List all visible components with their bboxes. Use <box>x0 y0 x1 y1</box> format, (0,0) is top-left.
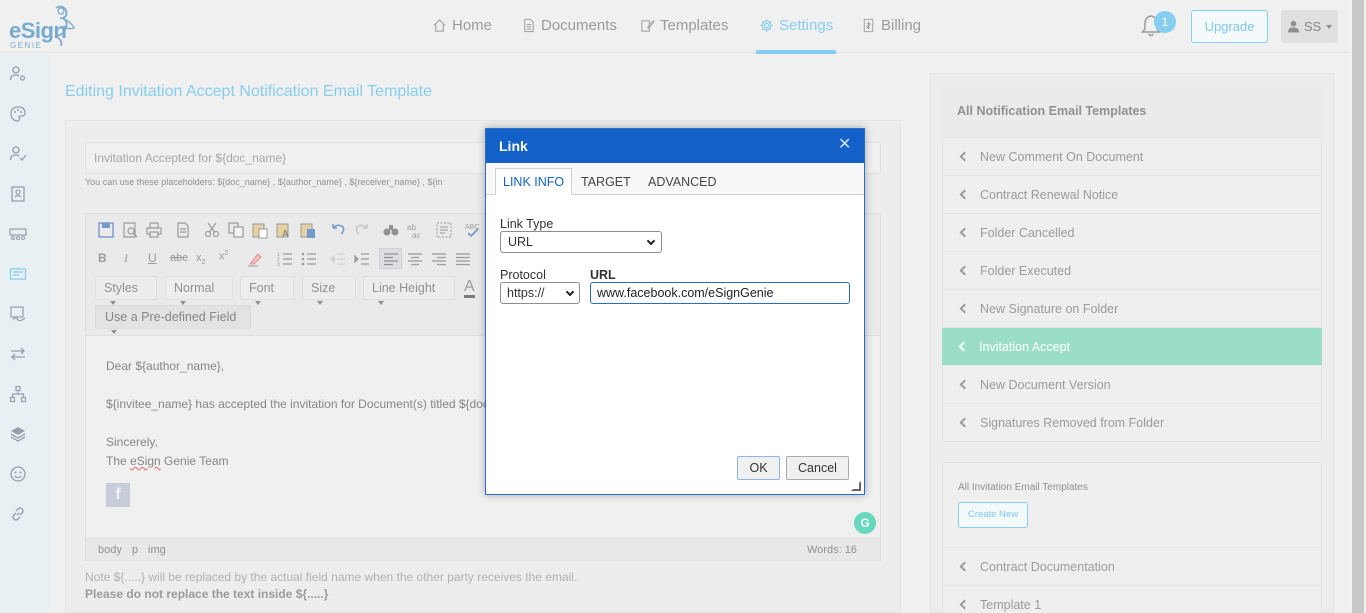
tab-advanced[interactable]: ADVANCED <box>640 168 725 195</box>
ok-button[interactable]: OK <box>737 456 780 480</box>
protocol-label: Protocol <box>500 268 546 282</box>
url-input[interactable] <box>590 282 850 304</box>
link-type-label: Link Type <box>500 217 554 231</box>
tab-link-info[interactable]: LINK INFO <box>495 168 573 195</box>
page-scrollbar-thumb[interactable] <box>1352 0 1364 613</box>
tab-target[interactable]: TARGET <box>573 168 639 195</box>
url-label: URL <box>590 268 616 282</box>
dialog-title: Link <box>486 129 864 163</box>
protocol-value: https:// <box>507 286 545 300</box>
close-icon[interactable]: ✕ <box>838 137 851 153</box>
link-type-value: URL <box>508 235 534 249</box>
chevron-down-icon <box>565 287 575 296</box>
protocol-select[interactable]: https:// <box>500 282 580 304</box>
cancel-button[interactable]: Cancel <box>786 456 849 480</box>
link-type-select[interactable]: URL <box>500 231 662 253</box>
chevron-down-icon <box>646 236 656 245</box>
